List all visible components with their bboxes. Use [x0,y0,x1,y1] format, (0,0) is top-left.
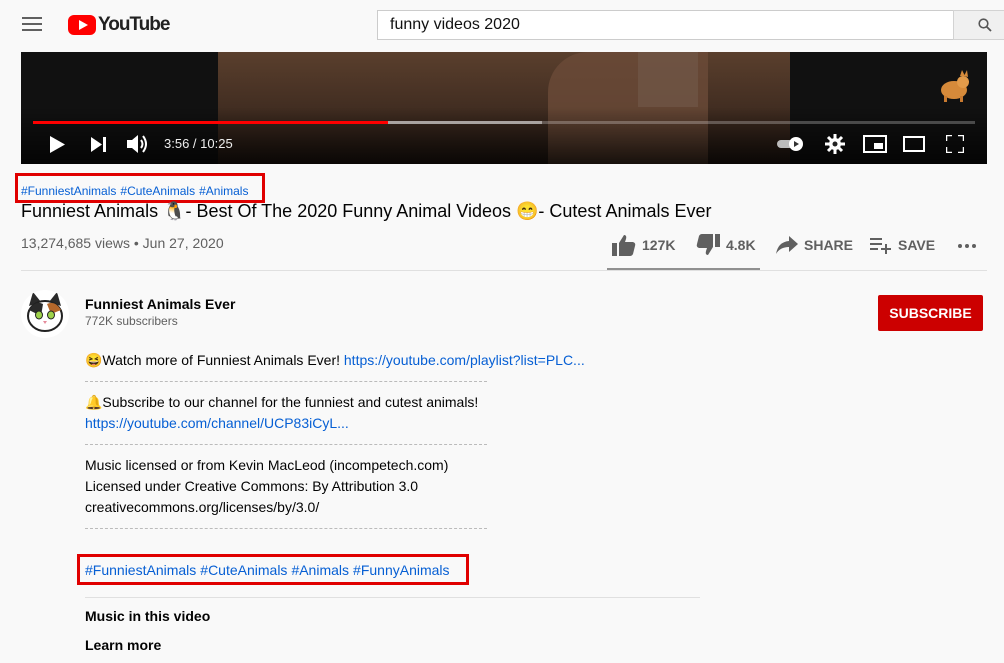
hashtag-link[interactable]: #FunniestAnimals [85,562,196,578]
logo-text: YouTube [98,14,170,35]
time-readout: 3:56 / 10:25 [164,136,233,151]
fullscreen-icon[interactable] [946,135,964,153]
theater-mode-icon[interactable] [903,136,925,152]
channel-avatar[interactable] [21,290,69,338]
hashtag-link[interactable]: #FunniestAnimals [21,184,116,198]
hashtag-link[interactable]: #FunnyAnimals [353,562,450,578]
date-separator: • [129,235,143,251]
settings-gear-icon[interactable] [825,134,845,154]
hashtag-link[interactable]: #CuteAnimals [200,562,287,578]
channel-name[interactable]: Funniest Animals Ever [85,296,235,312]
time-current: 3:56 [164,136,190,151]
search-input[interactable]: funny videos 2020 [377,10,954,40]
like-count: 127K [642,237,676,253]
video-player[interactable]: 3:56 / 10:25 [21,52,987,164]
dislike-button[interactable]: 4.8K [696,234,756,256]
description-music-credit: Music licensed or from Kevin MacLeod (in… [85,457,449,473]
view-count-and-date: 13,274,685 views • Jun 27, 2020 [21,235,224,251]
more-actions-icon[interactable] [957,243,977,249]
video-title: Funniest Animals 🐧- Best Of The 2020 Fun… [21,201,712,221]
volume-icon[interactable] [127,134,149,154]
save-button[interactable]: SAVE [870,234,935,256]
share-arrow-icon [776,236,798,254]
description-license-url: creativecommons.org/licenses/by/3.0/ [85,499,320,515]
play-logo-icon [68,15,96,35]
add-to-playlist-icon [870,238,891,254]
next-icon[interactable] [91,137,107,152]
like-button[interactable]: 127K [612,234,675,256]
channel-link[interactable]: https://youtube.com/channel/UCP83iCyL... [85,415,349,431]
masthead: YouTube funny videos 2020 [0,0,1004,52]
hashtag-link[interactable]: #Animals [291,562,349,578]
view-count: 13,274,685 views [21,235,130,251]
save-label: SAVE [898,237,936,253]
video-hashtags: #FunniestAnimals #CuteAnimals #Animals [21,184,252,198]
dislike-count: 4.8K [726,237,756,253]
description-link-line: https://youtube.com/channel/UCP83iCyL... [85,415,349,431]
music-section-heading: Music in this video [85,608,211,624]
time-total: 10:25 [200,136,233,151]
progress-played [33,121,389,124]
description-hashtags: #FunniestAnimals #CuteAnimals #Animals #Fun… [85,562,454,578]
share-label: SHARE [804,237,854,253]
dashed-divider [85,528,487,529]
description-text: 😆Watch more of Funniest Animals Ever! [85,352,344,368]
autoplay-toggle-icon[interactable] [777,137,805,151]
description-subscribe-line: 🔔Subscribe to our channel for the funnie… [85,394,479,410]
hashtag-link[interactable]: #CuteAnimals [120,184,195,198]
share-button[interactable]: SHARE [776,234,853,256]
miniplayer-icon[interactable] [863,135,887,153]
cat-face-icon [27,292,63,332]
thumbs-down-icon [696,234,720,255]
search-icon [978,18,992,32]
description-license: Licensed under Creative Commons: By Attr… [85,478,419,494]
divider [21,270,987,271]
upload-date: Jun 27, 2020 [142,235,224,251]
subscribe-button[interactable]: SUBSCRIBE [878,295,983,331]
playlist-link[interactable]: https://youtube.com/playlist?list=PLC... [344,352,585,368]
play-icon[interactable] [49,136,65,153]
hamburger-menu-icon[interactable] [22,17,42,33]
search-button[interactable] [953,10,1004,40]
progress-bar[interactable] [33,121,975,124]
dashed-divider [85,381,487,382]
thumbs-up-icon [612,235,636,256]
subscriber-count: 772K subscribers [85,314,178,328]
description-line: 😆Watch more of Funniest Animals Ever! ht… [85,352,585,369]
hashtag-link[interactable]: #Animals [199,184,248,198]
dashed-divider [85,444,487,445]
learn-more-link[interactable]: Learn more [85,637,161,653]
time-separator: / [189,136,201,151]
channel-watermark-icon [941,70,969,102]
divider [85,597,700,598]
youtube-logo[interactable]: YouTube [68,13,170,37]
